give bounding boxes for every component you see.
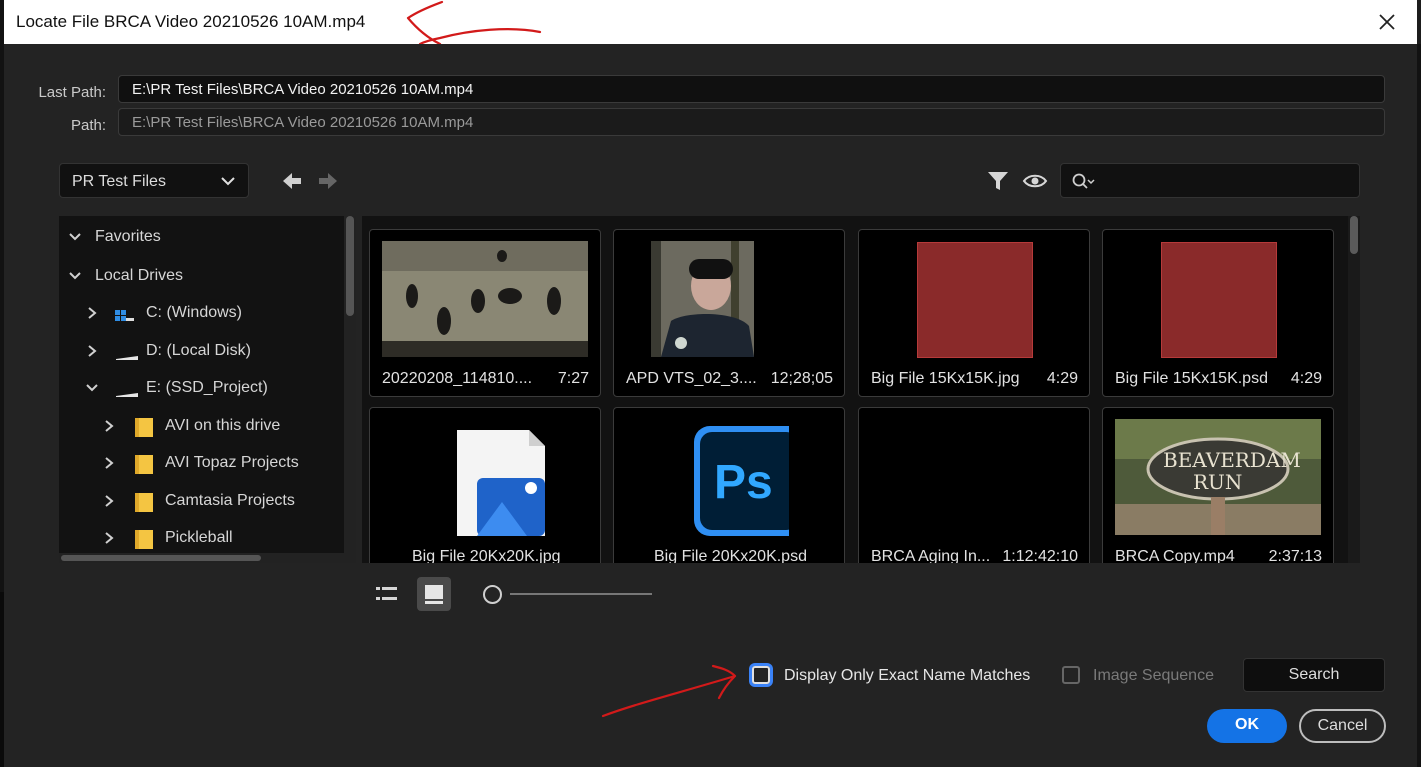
ok-button[interactable]: OK	[1207, 709, 1287, 743]
file-name: Big File 15Kx15K.jpg	[871, 370, 1020, 387]
tree-horizontal-scrollbar[interactable]	[59, 553, 344, 563]
cancel-button[interactable]: Cancel	[1299, 709, 1386, 743]
image-file-icon	[457, 430, 545, 536]
folder-tree[interactable]: Favorites Local Drives C: (Windows) D: (…	[59, 216, 356, 563]
file-grid[interactable]: 20220208_114810.... 7:27 APD VTS_02_3...…	[362, 216, 1348, 563]
drive-icon	[116, 356, 138, 360]
red-square-thumbnail	[917, 242, 1033, 358]
last-path-label: Last Path:	[38, 84, 106, 101]
file-tile[interactable]: Big File 20Kx20K.jpg	[369, 407, 601, 563]
chevron-right-icon[interactable]	[101, 530, 117, 546]
annotation-arrow-bottom	[601, 664, 737, 718]
photoshop-icon: Ps	[694, 426, 789, 536]
chevron-right-icon[interactable]	[84, 305, 100, 321]
file-tile[interactable]: BRCA Aging In... 1:12:42:10	[858, 407, 1090, 563]
image-sequence-checkbox[interactable]	[1062, 666, 1080, 684]
chevron-down-icon	[221, 177, 235, 186]
file-duration: 4:29	[1046, 370, 1078, 387]
file-tile[interactable]: Ps Big File 20Kx20K.psd	[613, 407, 845, 563]
chevron-right-icon[interactable]	[84, 343, 100, 359]
window-title: Locate File BRCA Video 20210526 10AM.mp4	[16, 12, 366, 31]
thumbnail-size-slider-knob[interactable]	[483, 585, 502, 604]
thumbnail-size-slider-track[interactable]	[510, 593, 652, 595]
video-frame-sign: BEAVERDAM RUN	[1115, 419, 1321, 535]
file-tile[interactable]: BEAVERDAM RUN BRCA Copy.mp4 2:37:13	[1102, 407, 1334, 563]
file-duration: 1:12:42:10	[1002, 548, 1078, 563]
svg-text:RUN: RUN	[1193, 470, 1242, 494]
thumbnail-view-icon	[425, 585, 443, 604]
title-bar: Locate File BRCA Video 20210526 10AM.mp4	[4, 0, 1417, 44]
file-tile[interactable]: Big File 15Kx15K.jpg 4:29	[858, 229, 1090, 397]
file-name: Big File 15Kx15K.psd	[1115, 370, 1268, 387]
location-dropdown-value: PR Test Files	[72, 173, 166, 190]
chevron-down-icon[interactable]	[67, 268, 83, 284]
drive-icon	[116, 393, 138, 397]
file-name: Big File 20Kx20K.psd	[654, 548, 807, 563]
video-frame-man	[651, 241, 754, 357]
file-name: Big File 20Kx20K.jpg	[412, 548, 561, 563]
file-name: BRCA Aging In...	[871, 548, 991, 563]
svg-text:Ps: Ps	[714, 456, 773, 509]
file-name: BRCA Copy.mp4	[1115, 548, 1235, 563]
scrollbar-thumb[interactable]	[346, 216, 354, 316]
scrollbar-thumb[interactable]	[1350, 216, 1358, 254]
image-sequence-label: Image Sequence	[1093, 667, 1214, 684]
file-name: APD VTS_02_3....	[626, 370, 757, 387]
file-tile[interactable]: Big File 15Kx15K.psd 4:29	[1102, 229, 1334, 397]
chevron-down-icon[interactable]	[67, 229, 83, 245]
chevron-right-icon[interactable]	[101, 418, 117, 434]
video-frame-otters	[382, 241, 588, 357]
annotation-arrow-top	[406, 0, 542, 46]
eye-icon[interactable]	[1022, 168, 1048, 194]
chevron-down-icon[interactable]	[84, 380, 100, 396]
close-icon[interactable]	[1373, 8, 1401, 36]
filter-icon[interactable]	[985, 168, 1011, 194]
forward-arrow-icon[interactable]	[317, 170, 339, 192]
window-frame-bottom-left	[0, 592, 4, 767]
path-label: Path:	[70, 117, 106, 134]
grid-vertical-scrollbar[interactable]	[1348, 216, 1360, 563]
scrollbar-thumb[interactable]	[61, 555, 261, 561]
back-arrow-icon[interactable]	[281, 170, 303, 192]
tree-vertical-scrollbar[interactable]	[344, 216, 356, 563]
path-field[interactable]: E:\PR Test Files\BRCA Video 20210526 10A…	[118, 108, 1385, 136]
exact-name-match-label: Display Only Exact Name Matches	[784, 667, 1031, 684]
file-duration: 2:37:13	[1268, 548, 1322, 563]
search-input[interactable]	[1060, 163, 1360, 198]
thumbnail-view-button[interactable]	[417, 577, 451, 611]
chevron-right-icon[interactable]	[101, 493, 117, 509]
file-duration: 12;28;05	[770, 370, 833, 387]
file-duration: 4:29	[1290, 370, 1322, 387]
list-view-icon[interactable]	[369, 577, 403, 611]
windows-drive-icon	[115, 310, 134, 321]
file-duration: 7:27	[557, 370, 589, 387]
chevron-right-icon[interactable]	[101, 455, 117, 471]
location-dropdown[interactable]: PR Test Files	[59, 163, 249, 198]
search-button[interactable]: Search	[1243, 658, 1385, 692]
svg-text:BEAVERDAM: BEAVERDAM	[1163, 448, 1301, 472]
file-tile[interactable]: APD VTS_02_3.... 12;28;05	[613, 229, 845, 397]
window-frame-right	[1417, 44, 1421, 767]
file-name: 20220208_114810....	[382, 370, 533, 387]
folder-icon	[135, 418, 153, 437]
folder-icon	[135, 530, 153, 549]
folder-icon	[135, 455, 153, 474]
file-tile[interactable]: 20220208_114810.... 7:27	[369, 229, 601, 397]
folder-icon	[135, 493, 153, 512]
red-square-thumbnail	[1161, 242, 1277, 358]
exact-name-match-checkbox[interactable]	[752, 666, 770, 684]
search-icon	[1072, 173, 1095, 189]
last-path-field[interactable]: E:\PR Test Files\BRCA Video 20210526 10A…	[118, 75, 1385, 103]
